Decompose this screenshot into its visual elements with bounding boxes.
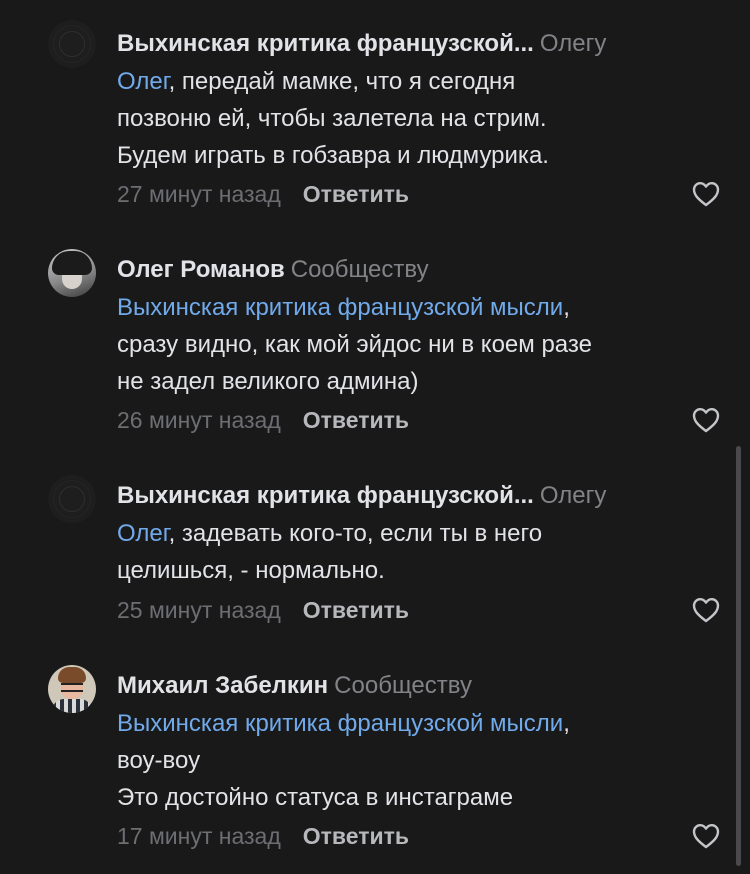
heart-outline-icon[interactable]	[692, 407, 720, 433]
reply-target: Олегу	[539, 30, 607, 57]
reply-button[interactable]: Ответить	[303, 823, 409, 849]
mention-link[interactable]: Олег	[117, 520, 169, 547]
author-name[interactable]: Михаил Забелкин	[117, 672, 328, 699]
avatar[interactable]	[48, 249, 96, 297]
author-name[interactable]: Олег Романов	[117, 256, 285, 283]
comment-header: Олег Романов Сообществу	[117, 254, 429, 286]
reply-target: Олегу	[539, 482, 607, 509]
comment-text: Олег, задевать кого-то, если ты в него ц…	[117, 520, 543, 584]
comment-text: Олег, передай мамке, что я сегодня позво…	[117, 68, 549, 169]
heart-outline-icon[interactable]	[692, 823, 720, 849]
comment-text: Выхинская критика французской мысли, сра…	[117, 294, 592, 395]
timestamp: 17 минут назад	[117, 823, 281, 849]
mention-link[interactable]: Олег	[117, 68, 169, 95]
reply-button[interactable]: Ответить	[303, 181, 409, 207]
comment-header: Выхинская критика французской... Олегу	[117, 28, 606, 60]
author-name[interactable]: Выхинская критика французской...	[117, 482, 534, 509]
mention-link[interactable]: Выхинская критика французской мысли	[117, 294, 563, 321]
comment-footer: 17 минут назад Ответить	[117, 820, 409, 852]
timestamp: 25 минут назад	[117, 597, 281, 623]
author-name[interactable]: Выхинская критика французской...	[117, 30, 534, 57]
avatar[interactable]	[48, 20, 96, 68]
timestamp: 26 минут назад	[117, 407, 281, 433]
comment-footer: 27 минут назад Ответить	[117, 178, 409, 210]
mention-link[interactable]: Выхинская критика французской мысли	[117, 710, 563, 737]
reply-target: Сообществу	[334, 672, 472, 699]
comment-footer: 25 минут назад Ответить	[117, 594, 409, 626]
avatar[interactable]	[48, 475, 96, 523]
comment-text: Выхинская критика французской мысли, воу…	[117, 710, 570, 811]
heart-outline-icon[interactable]	[692, 597, 720, 623]
reply-button[interactable]: Ответить	[303, 597, 409, 623]
avatar[interactable]	[48, 665, 96, 713]
reply-button[interactable]: Ответить	[303, 407, 409, 433]
reply-target: Сообществу	[290, 256, 429, 283]
comment-header: Михаил Забелкин Сообществу	[117, 670, 472, 702]
comment-header: Выхинская критика французской... Олегу	[117, 480, 606, 512]
scrollbar[interactable]	[736, 446, 741, 866]
timestamp: 27 минут назад	[117, 181, 281, 207]
comment-footer: 26 минут назад Ответить	[117, 404, 409, 436]
heart-outline-icon[interactable]	[692, 181, 720, 207]
